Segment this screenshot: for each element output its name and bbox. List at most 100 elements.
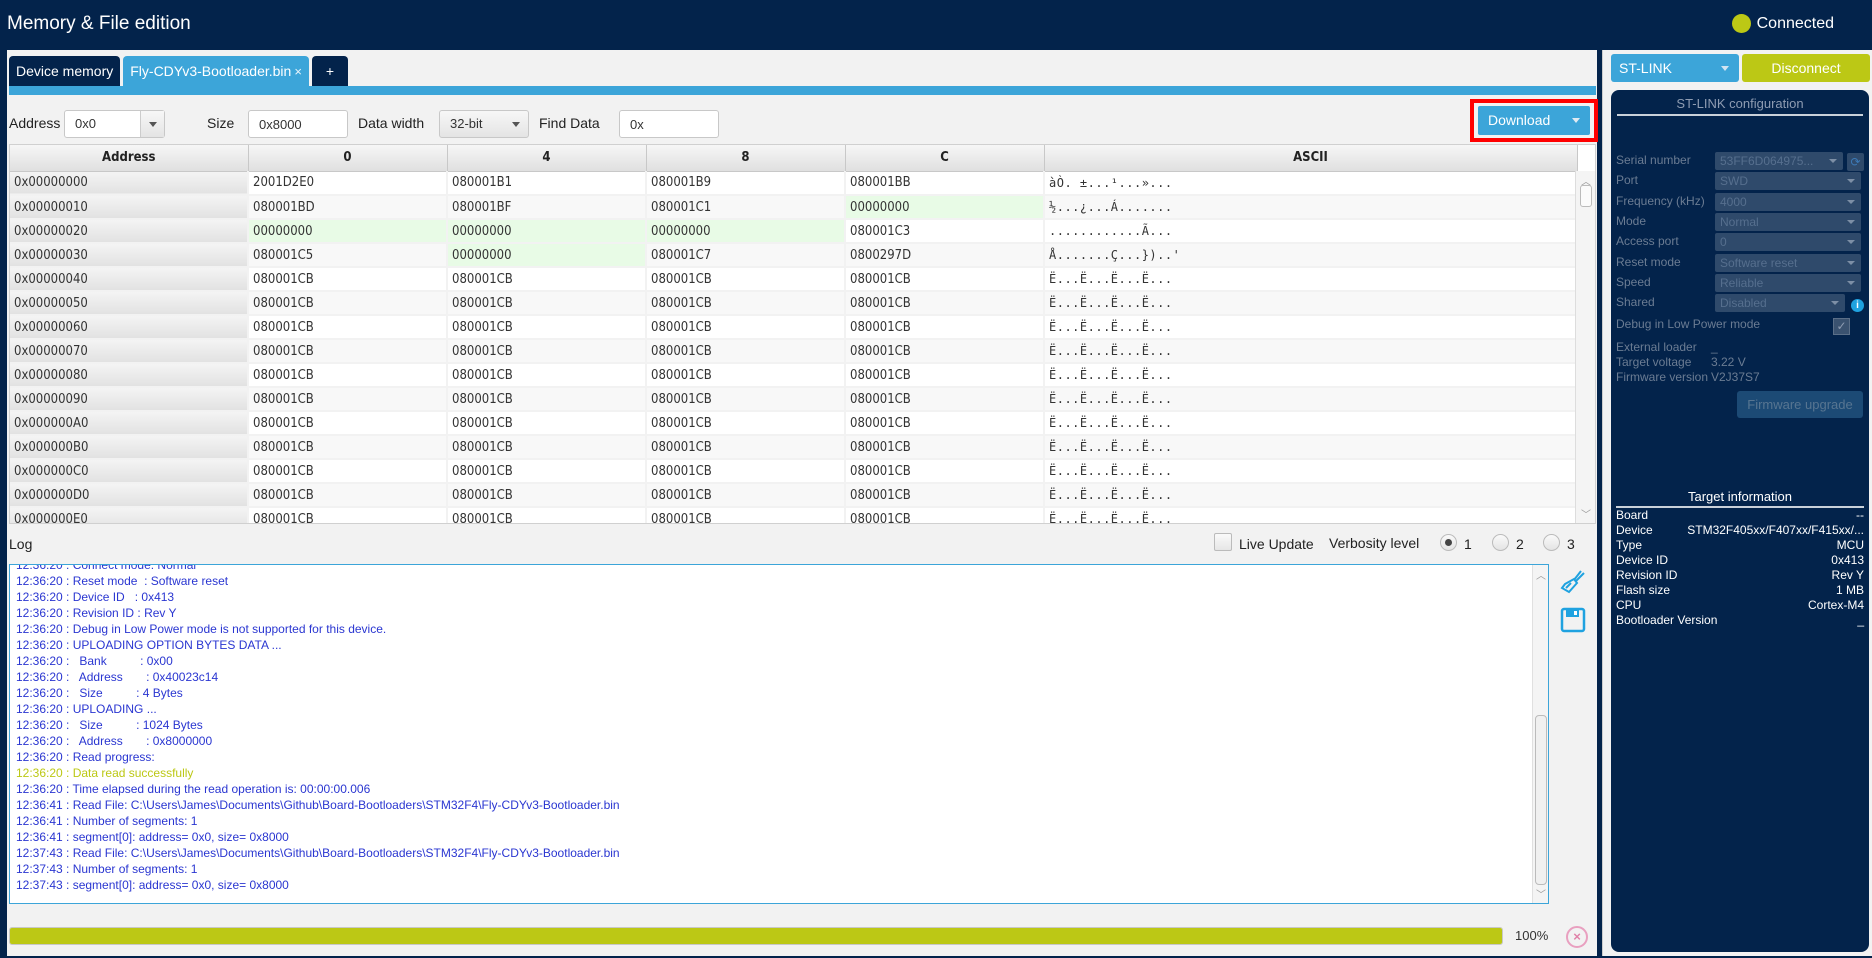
data-cell[interactable]: 00000000 [646, 219, 846, 244]
config-select[interactable]: 0 [1715, 233, 1861, 252]
address-cell[interactable]: 0x00000080 [10, 363, 249, 388]
address-combo[interactable]: 0x0 [64, 110, 165, 138]
address-cell[interactable]: 0x00000060 [10, 315, 249, 340]
data-cell[interactable]: 00000000 [845, 195, 1045, 220]
data-cell[interactable]: 080001CB [845, 507, 1045, 523]
data-cell[interactable]: 080001CB [845, 291, 1045, 316]
address-cell[interactable]: 0x00000010 [10, 195, 249, 220]
data-cell[interactable]: 080001C1 [646, 195, 846, 220]
ascii-cell[interactable]: Å.......Ç...})..' [1044, 243, 1578, 268]
config-select[interactable]: 4000 [1715, 192, 1861, 211]
column-header[interactable]: ASCII [1044, 145, 1578, 172]
data-cell[interactable]: 080001B9 [646, 171, 846, 196]
data-cell[interactable]: 080001CB [248, 387, 448, 412]
config-select[interactable]: Disabled [1715, 294, 1845, 313]
live-update-checkbox[interactable] [1214, 533, 1232, 551]
debug-low-power-checkbox[interactable]: ✓ [1833, 318, 1850, 335]
ascii-cell[interactable]: Ë...Ë...Ë...Ë... [1044, 507, 1578, 523]
data-cell[interactable]: 080001BB [845, 171, 1045, 196]
data-cell[interactable]: 080001CB [447, 411, 647, 436]
find-data-input[interactable] [619, 110, 719, 138]
data-cell[interactable]: 080001CB [845, 363, 1045, 388]
data-cell[interactable]: 080001BD [248, 195, 448, 220]
data-cell[interactable]: 080001CB [845, 483, 1045, 508]
address-cell[interactable]: 0x00000030 [10, 243, 249, 268]
data-cell[interactable]: 080001CB [248, 267, 448, 292]
data-cell[interactable]: 080001CB [845, 435, 1045, 460]
data-cell[interactable]: 00000000 [447, 219, 647, 244]
scroll-thumb[interactable] [1580, 185, 1592, 207]
data-cell[interactable]: 080001CB [248, 483, 448, 508]
data-cell[interactable]: 00000000 [248, 219, 448, 244]
log-scrollbar[interactable]: ︿ ﹀ [1532, 565, 1548, 903]
info-icon[interactable]: i [1851, 299, 1864, 312]
data-cell[interactable]: 080001CB [447, 483, 647, 508]
address-cell[interactable]: 0x00000070 [10, 339, 249, 364]
cancel-icon[interactable]: × [1566, 926, 1588, 948]
ascii-cell[interactable]: Ë...Ë...Ë...Ë... [1044, 387, 1578, 412]
refresh-icon[interactable]: ⟳ [1847, 153, 1864, 171]
close-tab-icon[interactable]: × [294, 64, 302, 79]
verbosity-radio-3[interactable] [1543, 534, 1560, 551]
data-cell[interactable]: 080001CB [845, 387, 1045, 412]
address-cell[interactable]: 0x00000020 [10, 219, 249, 244]
ascii-cell[interactable]: Ë...Ë...Ë...Ë... [1044, 435, 1578, 460]
save-log-icon[interactable] [1559, 606, 1587, 634]
ascii-cell[interactable]: Ë...Ë...Ë...Ë... [1044, 315, 1578, 340]
data-cell[interactable]: 080001CB [248, 435, 448, 460]
address-cell[interactable]: 0x000000D0 [10, 483, 249, 508]
interface-select[interactable]: ST-LINK [1611, 54, 1739, 82]
config-select[interactable]: Reliable [1715, 273, 1861, 292]
address-cell[interactable]: 0x00000090 [10, 387, 249, 412]
scroll-down-icon[interactable]: ﹀ [1536, 886, 1546, 901]
ascii-cell[interactable]: Ë...Ë...Ë...Ë... [1044, 411, 1578, 436]
address-cell[interactable]: 0x000000E0 [10, 507, 249, 523]
data-cell[interactable]: 080001CB [447, 459, 647, 484]
data-cell[interactable]: 080001CB [447, 435, 647, 460]
address-cell[interactable]: 0x00000040 [10, 267, 249, 292]
tab-file[interactable]: Fly-CDYv3-Bootloader.bin × [123, 56, 309, 86]
data-cell[interactable]: 080001CB [646, 315, 846, 340]
data-cell[interactable]: 080001CB [248, 291, 448, 316]
tab-device-memory[interactable]: Device memory [9, 56, 121, 86]
data-cell[interactable]: 080001CB [845, 411, 1045, 436]
ascii-cell[interactable]: àÒ. ±...¹...»... [1044, 171, 1578, 196]
clear-log-broom-icon[interactable] [1559, 568, 1587, 596]
ascii-cell[interactable]: ............Ã... [1044, 219, 1578, 244]
data-cell[interactable]: 080001CB [845, 267, 1045, 292]
data-cell[interactable]: 080001C3 [845, 219, 1045, 244]
data-cell[interactable]: 080001CB [646, 435, 846, 460]
firmware-upgrade-button[interactable]: Firmware upgrade [1737, 391, 1863, 418]
data-width-select[interactable]: 32-bit [439, 110, 529, 138]
scroll-down-icon[interactable]: ﹀ [1581, 506, 1591, 521]
data-cell[interactable]: 080001CB [646, 483, 846, 508]
column-header[interactable]: Address [10, 145, 249, 172]
data-cell[interactable]: 080001CB [646, 339, 846, 364]
data-cell[interactable]: 080001CB [248, 459, 448, 484]
disconnect-button[interactable]: Disconnect [1742, 54, 1870, 82]
data-cell[interactable]: 080001CB [646, 363, 846, 388]
data-cell[interactable]: 080001CB [845, 315, 1045, 340]
data-cell[interactable]: 080001CB [646, 411, 846, 436]
data-cell[interactable]: 080001CB [447, 507, 647, 523]
data-cell[interactable]: 080001C5 [248, 243, 448, 268]
address-cell[interactable]: 0x00000000 [10, 171, 249, 196]
data-cell[interactable]: 080001BF [447, 195, 647, 220]
config-select[interactable]: Software reset [1715, 253, 1861, 272]
data-cell[interactable]: 080001CB [447, 291, 647, 316]
data-cell[interactable]: 080001CB [646, 267, 846, 292]
verbosity-radio-2[interactable] [1492, 534, 1509, 551]
column-header[interactable]: C [845, 145, 1045, 172]
data-cell[interactable]: 080001CB [447, 267, 647, 292]
ascii-cell[interactable]: Ë...Ë...Ë...Ë... [1044, 339, 1578, 364]
column-header[interactable]: 4 [447, 145, 647, 172]
ascii-cell[interactable]: Ë...Ë...Ë...Ë... [1044, 267, 1578, 292]
column-header[interactable]: 0 [248, 145, 448, 172]
data-cell[interactable]: 080001CB [646, 291, 846, 316]
data-cell[interactable]: 080001CB [646, 387, 846, 412]
ascii-cell[interactable]: Ë...Ë...Ë...Ë... [1044, 459, 1578, 484]
data-cell[interactable]: 080001C7 [646, 243, 846, 268]
size-input[interactable] [248, 110, 348, 138]
config-select[interactable]: Normal [1715, 212, 1861, 231]
address-cell[interactable]: 0x000000C0 [10, 459, 249, 484]
